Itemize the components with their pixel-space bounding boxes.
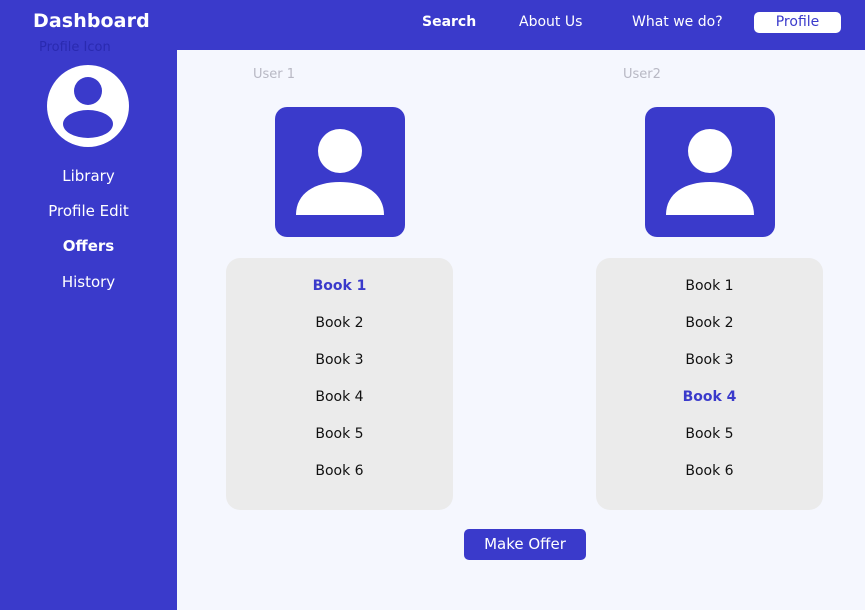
profile-avatar-icon[interactable]: [46, 64, 130, 148]
list-item[interactable]: Book 5: [596, 426, 823, 442]
sidebar-item-library[interactable]: Library: [0, 167, 177, 185]
sidebar-item-history[interactable]: History: [0, 273, 177, 291]
dashboard-title: Dashboard: [33, 10, 150, 32]
sidebar-item-profile-edit[interactable]: Profile Edit: [0, 202, 177, 220]
list-item[interactable]: Book 5: [226, 426, 453, 442]
nav-search-link[interactable]: Search: [422, 14, 476, 30]
list-item[interactable]: Book 6: [226, 463, 453, 479]
user-1-caption: User 1: [253, 67, 296, 82]
list-item[interactable]: Book 1: [226, 278, 453, 294]
user-avatar-icon: [296, 129, 384, 215]
sidebar-item-offers[interactable]: Offers: [0, 237, 177, 255]
profile-icon-caption: Profile Icon: [39, 40, 111, 55]
user-1-book-list: Book 1 Book 2 Book 3 Book 4 Book 5 Book …: [226, 258, 453, 510]
user-1-avatar: [275, 107, 405, 237]
list-item[interactable]: Book 1: [596, 278, 823, 294]
user-avatar-icon: [666, 129, 754, 215]
list-item[interactable]: Book 6: [596, 463, 823, 479]
profile-button[interactable]: Profile: [754, 12, 841, 33]
user-2-caption: User2: [623, 67, 661, 82]
list-item[interactable]: Book 4: [596, 389, 823, 405]
list-item[interactable]: Book 2: [596, 315, 823, 331]
list-item[interactable]: Book 4: [226, 389, 453, 405]
user-2-avatar: [645, 107, 775, 237]
user-2-book-list: Book 1 Book 2 Book 3 Book 4 Book 5 Book …: [596, 258, 823, 510]
nav-about-link[interactable]: About Us: [519, 14, 582, 30]
nav-what-we-do-link[interactable]: What we do?: [632, 14, 723, 30]
list-item[interactable]: Book 2: [226, 315, 453, 331]
make-offer-button[interactable]: Make Offer: [464, 529, 586, 560]
list-item[interactable]: Book 3: [596, 352, 823, 368]
list-item[interactable]: Book 3: [226, 352, 453, 368]
